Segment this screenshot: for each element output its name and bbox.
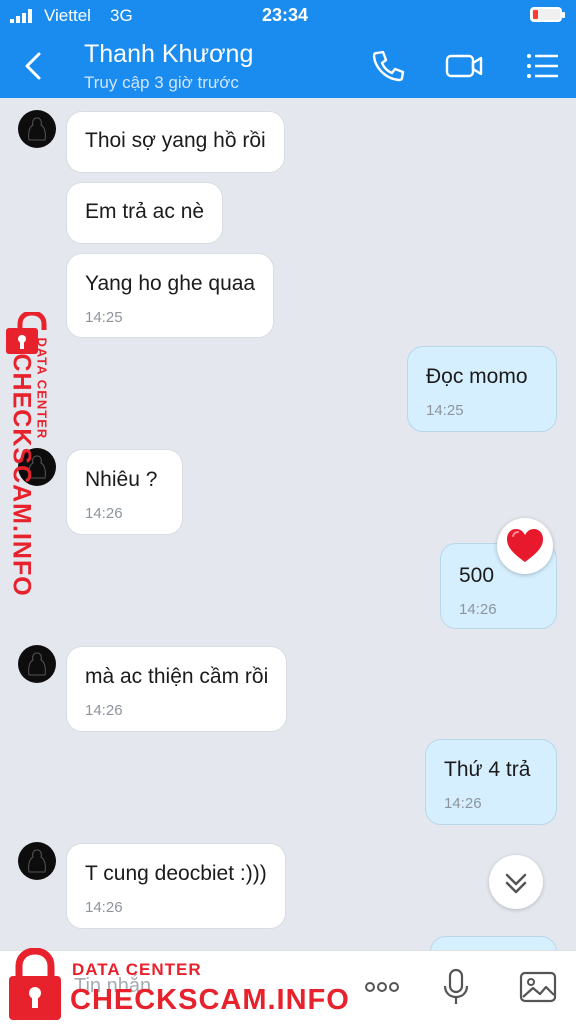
scroll-to-bottom-button[interactable]: [489, 855, 543, 909]
contact-avatar[interactable]: [18, 110, 56, 148]
more-icon[interactable]: [362, 967, 402, 1007]
double-chevron-down-icon: [505, 873, 527, 894]
message-text: Thứ 4 trả: [444, 758, 531, 781]
chat-area[interactable]: Thoi sợ yang hồ rồi Em trả ac nè Yang ho…: [0, 98, 576, 950]
contact-name[interactable]: Thanh Khương: [84, 40, 253, 69]
contact-avatar[interactable]: [18, 645, 56, 683]
message-bubble-incoming[interactable]: mà ac thiện cầm rồi 14:26: [66, 646, 288, 732]
carrier-name: Viettel: [44, 6, 91, 25]
message-time: 14:26: [459, 601, 497, 618]
message-bubble-outgoing[interactable]: [430, 936, 557, 950]
network-type: 3G: [110, 6, 133, 25]
message-time: 14:26: [444, 795, 482, 812]
watermark-big-text: CHECKSCAM.INFO: [7, 353, 36, 597]
heart-reaction-icon[interactable]: [497, 518, 553, 574]
message-text: Em trả ac nè: [85, 200, 205, 223]
message-time: 14:25: [85, 309, 123, 326]
battery-icon: [530, 7, 565, 22]
status-bar: Viettel 3G 23:34: [0, 0, 576, 32]
message-text: Thoi sợ yang hồ rồi: [85, 129, 266, 152]
message-time: 14:25: [426, 402, 464, 419]
contact-avatar[interactable]: [18, 842, 56, 880]
video-call-icon[interactable]: [444, 46, 484, 86]
watermark-big-text: CHECKSCAM.INFO: [70, 984, 350, 1016]
signal-icon: [10, 9, 32, 23]
message-bubble-incoming[interactable]: T cung deocbiet :))) 14:26: [66, 843, 286, 929]
watermark-small-text: DATA CENTER: [34, 337, 50, 440]
last-seen: Truy cập 3 giờ trước: [84, 73, 239, 92]
message-text: mà ac thiện cầm rồi: [85, 665, 269, 688]
message-time: 14:26: [85, 899, 123, 916]
bottom-watermark: DATA CENTER CHECKSCAM.INFO: [6, 948, 349, 1024]
clock: 23:34: [262, 5, 309, 25]
top-bar: Viettel 3G 23:34 Thanh Khương Truy cập 3…: [0, 0, 576, 98]
lock-logo-icon: [9, 948, 61, 1020]
message-bubble-incoming[interactable]: Em trả ac nè: [66, 182, 224, 244]
back-icon[interactable]: [18, 48, 50, 84]
menu-list-icon[interactable]: [522, 46, 562, 86]
message-bubble-incoming[interactable]: Nhiêu ? 14:26: [66, 449, 183, 535]
lock-logo-icon: [6, 312, 47, 354]
side-watermark: DATA CENTER CHECKSCAM.INFO: [4, 312, 64, 597]
image-icon[interactable]: [518, 967, 558, 1007]
phone-icon[interactable]: [368, 46, 408, 86]
message-text: Yang ho ghe quaa: [85, 272, 256, 295]
message-bubble-outgoing[interactable]: Thứ 4 trả 14:26: [425, 739, 557, 825]
watermark-small-text: DATA CENTER: [72, 960, 202, 979]
message-bubble-incoming[interactable]: Yang ho ghe quaa 14:25: [66, 253, 275, 338]
message-time: 14:26: [85, 505, 123, 522]
message-bubble-outgoing[interactable]: Đọc momo 14:25: [407, 346, 557, 432]
message-text: Đọc momo: [426, 365, 528, 388]
message-time: 14:26: [85, 702, 123, 719]
message-bubble-incoming[interactable]: Thoi sợ yang hồ rồi: [66, 111, 285, 173]
message-text: Nhiêu ?: [85, 468, 158, 491]
microphone-icon[interactable]: [436, 967, 476, 1007]
message-text: T cung deocbiet :))): [85, 862, 267, 885]
